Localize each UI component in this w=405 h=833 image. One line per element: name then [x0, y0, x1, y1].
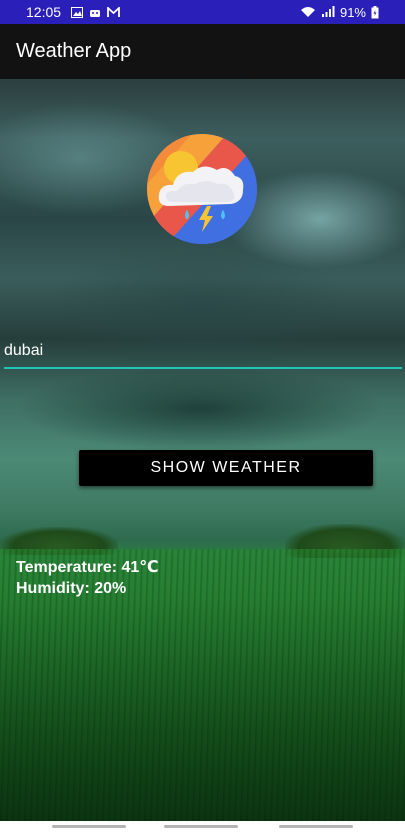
wifi-icon	[300, 7, 315, 17]
app-bar: Weather App	[0, 24, 405, 79]
signal-icon	[321, 6, 335, 17]
show-weather-button[interactable]: SHOW WEATHER	[79, 450, 373, 486]
image-icon	[71, 6, 84, 18]
app-title: Weather App	[16, 40, 132, 62]
gmail-icon	[107, 6, 120, 17]
humidity-text: Humidity: 20%	[16, 580, 127, 597]
status-right: 91%	[300, 5, 379, 20]
temperature-text: Temperature: 41℃	[16, 559, 159, 576]
weather-storm-icon	[147, 134, 257, 244]
back-button[interactable]	[279, 825, 353, 828]
status-time: 12:05	[26, 4, 62, 20]
battery-icon	[371, 5, 379, 18]
android-icon	[90, 9, 101, 17]
navigation-bar	[0, 821, 405, 833]
notification-icons	[71, 6, 120, 18]
home-button[interactable]	[164, 825, 238, 828]
recent-apps-button[interactable]	[52, 825, 126, 828]
battery-percent: 91%	[339, 4, 366, 20]
weather-screen: SHOW WEATHER Temperature: 41℃ Humidity: …	[0, 79, 405, 821]
city-input[interactable]	[4, 335, 402, 369]
weather-result: Temperature: 41℃ Humidity: 20%	[16, 557, 159, 599]
status-bar: 12:05 91%	[0, 0, 405, 24]
